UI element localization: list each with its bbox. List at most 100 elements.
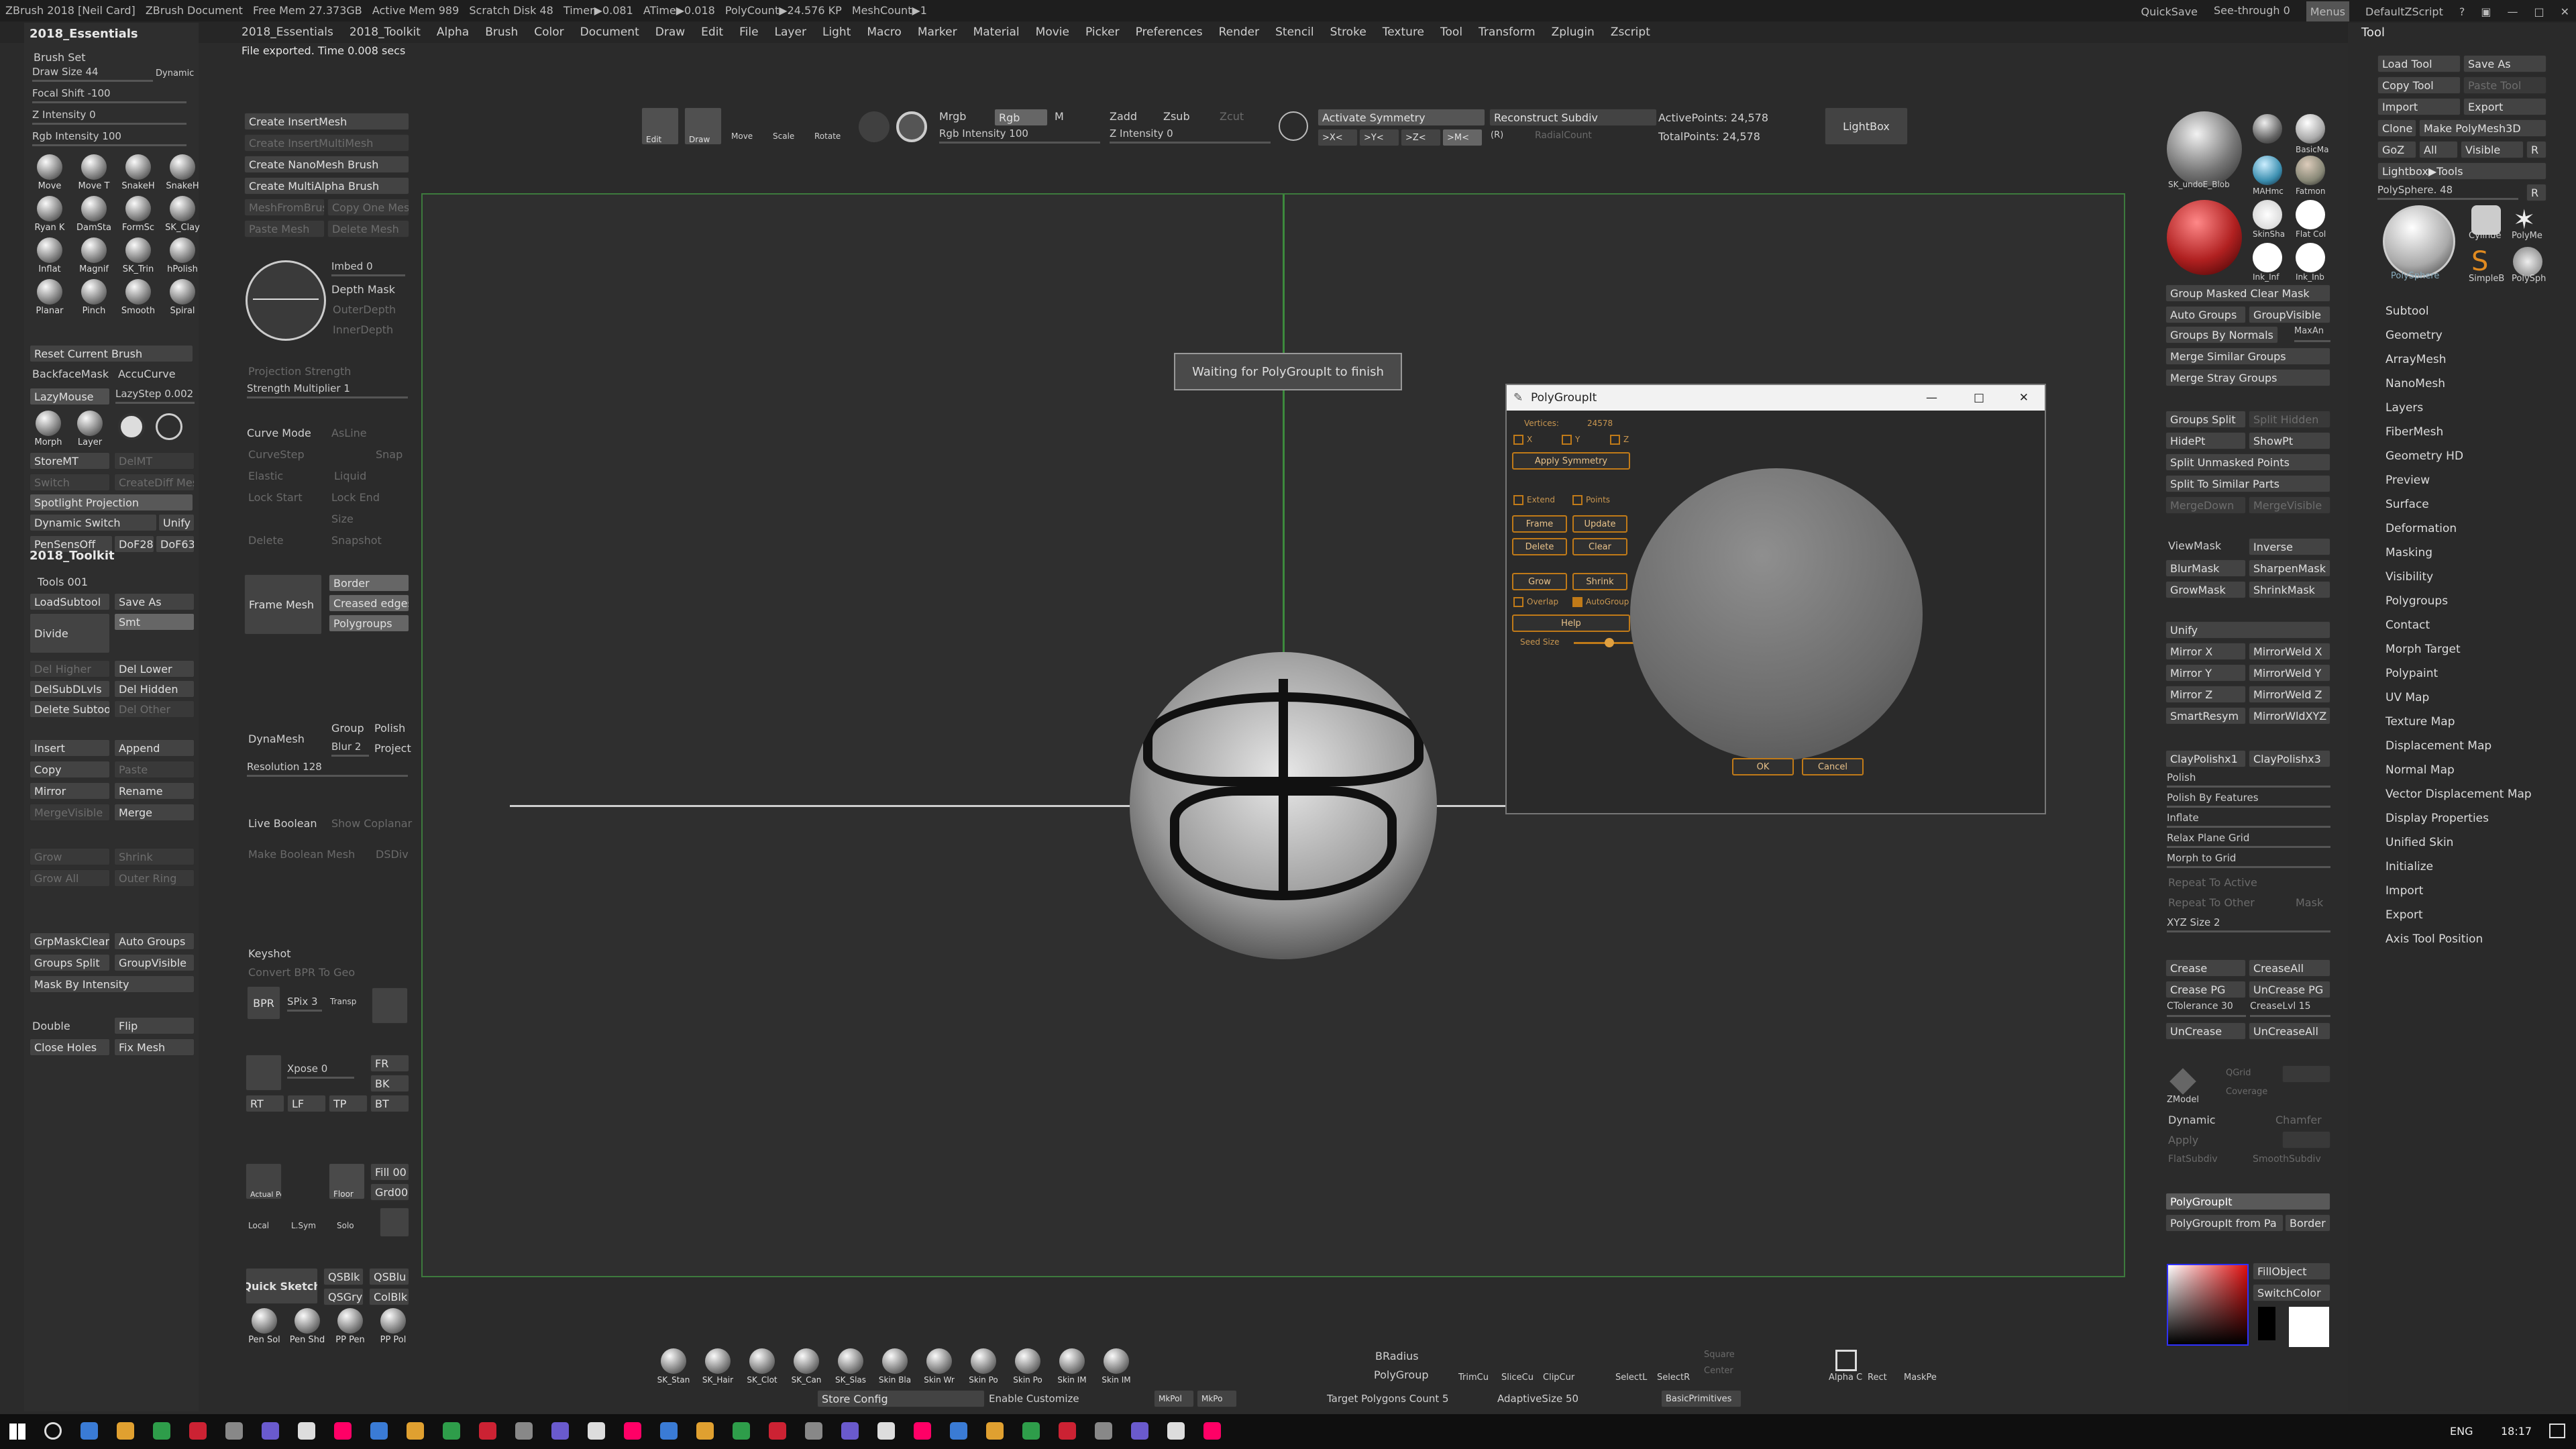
menu-document[interactable]: Document xyxy=(580,21,639,43)
polish-slider[interactable]: Polish xyxy=(2167,771,2330,788)
polygroupit-border-button[interactable]: Border xyxy=(2285,1214,2330,1232)
lock-end-button[interactable]: Lock End xyxy=(331,491,380,504)
brush-2[interactable]: SnakeH xyxy=(118,154,158,193)
taskbar-app-icon[interactable] xyxy=(334,1422,352,1440)
view-top-button[interactable]: TP xyxy=(329,1095,368,1112)
rgb-button[interactable]: Rgb xyxy=(994,109,1048,126)
taskbar-app-icon[interactable] xyxy=(370,1422,388,1440)
rect-icon[interactable] xyxy=(1835,1350,1857,1371)
extend-checkbox[interactable] xyxy=(1513,495,1523,505)
cancel-button[interactable]: Cancel xyxy=(1802,758,1864,775)
lazystep-slider[interactable]: LazyStep 0.002 xyxy=(115,388,195,404)
tool-save-as-button[interactable]: Save As xyxy=(2463,55,2546,72)
curve-delete-button[interactable]: Delete xyxy=(248,534,284,547)
polygroupit-from-paint-button[interactable]: PolyGroupIt from Pa xyxy=(2165,1214,2284,1232)
live-boolean-button[interactable]: Live Boolean xyxy=(248,817,317,830)
activate-symmetry-button[interactable]: Activate Symmetry xyxy=(1318,109,1485,126)
dialog-minimize-icon[interactable]: — xyxy=(1926,385,1937,411)
create-diff-mesh-button[interactable]: CreateDiff Mesh xyxy=(114,474,195,491)
tool-menu-vector-displacement-map[interactable]: Vector Displacement Map xyxy=(2385,782,2532,806)
switch-color-button[interactable]: SwitchColor xyxy=(2253,1284,2330,1301)
del-hidden-button[interactable]: Del Hidden xyxy=(114,680,195,698)
tool-menu-import[interactable]: Import xyxy=(2385,879,2532,903)
clone-button[interactable]: Clone xyxy=(2377,119,2416,137)
shelf-brush-2[interactable]: SK_Clot xyxy=(742,1348,782,1387)
auto-groups-button[interactable]: Auto Groups xyxy=(2165,306,2246,323)
taskbar-app-icon[interactable] xyxy=(189,1422,207,1440)
merge-stray-groups-button[interactable]: Merge Stray Groups xyxy=(2165,369,2330,386)
del-other-button[interactable]: Del Other xyxy=(114,700,195,718)
taskbar-app-icon[interactable] xyxy=(1059,1422,1076,1440)
tool-menu-uv-map[interactable]: UV Map xyxy=(2385,686,2532,710)
menu-tool[interactable]: Tool xyxy=(1440,21,1462,43)
load-subtool-button[interactable]: LoadSubtool xyxy=(30,593,110,610)
mirror-x-button[interactable]: Mirror X xyxy=(2165,643,2246,660)
tool-menu-arraymesh[interactable]: ArrayMesh xyxy=(2385,347,2532,372)
toolbar-z-intensity-slider[interactable]: Z Intensity 0 xyxy=(1110,127,1271,144)
square-button[interactable]: Square xyxy=(1704,1350,1735,1360)
simple-brush-icon[interactable]: S xyxy=(2471,247,2501,276)
repeat-to-other-button[interactable]: Repeat To Other xyxy=(2168,896,2255,909)
z-checkbox[interactable] xyxy=(1610,435,1620,445)
scale-mode-button[interactable]: Scale xyxy=(773,131,794,141)
outer-depth-slider[interactable]: OuterDepth xyxy=(333,303,396,316)
groups-by-normals-button[interactable]: Groups By Normals xyxy=(2165,326,2278,343)
brush-4[interactable]: Ryan K xyxy=(30,196,70,235)
copy-one-mesh-button[interactable]: Copy One Mesh xyxy=(327,199,409,216)
taskbar-app-icon[interactable] xyxy=(80,1422,98,1440)
zcut-button[interactable]: Zcut xyxy=(1220,110,1244,123)
default-zscript-button[interactable]: DefaultZScript xyxy=(2365,1,2443,23)
delete-subtool-button[interactable]: Delete Subtool xyxy=(30,700,110,718)
select-lasso-button[interactable]: SelectL xyxy=(1615,1373,1647,1383)
points-checkbox[interactable] xyxy=(1572,495,1582,505)
create-nano-mesh-button[interactable]: Create NanoMesh Brush xyxy=(244,156,409,173)
minimize-icon[interactable]: — xyxy=(2507,1,2518,23)
help-icon[interactable]: ? xyxy=(2459,1,2465,23)
menu-alpha[interactable]: Alpha xyxy=(437,21,469,43)
shelf-brush-5[interactable]: Skin Bla xyxy=(875,1348,915,1387)
append-button[interactable]: Append xyxy=(114,739,195,757)
brush-12[interactable]: Planar xyxy=(30,279,70,318)
split-hidden-button[interactable]: Split Hidden xyxy=(2249,411,2330,428)
grow-all-button[interactable]: Grow All xyxy=(30,869,110,887)
goz-visible-button[interactable]: Visible xyxy=(2461,141,2524,158)
asline-button[interactable]: AsLine xyxy=(331,427,367,439)
snapshot-button[interactable]: Snapshot xyxy=(331,534,382,547)
taskbar-app-icon[interactable] xyxy=(914,1422,931,1440)
mesh-from-brush-button[interactable]: MeshFromBrush xyxy=(244,199,325,216)
taskbar-app-icon[interactable] xyxy=(1167,1422,1185,1440)
actual-persp-button[interactable]: Actual Persp xyxy=(246,1163,282,1199)
taskbar-app-icon[interactable] xyxy=(660,1422,678,1440)
groups-split-button[interactable]: Groups Split xyxy=(2165,411,2246,428)
move-mode-button[interactable]: Move xyxy=(731,131,753,141)
outer-ring-button[interactable]: Outer Ring xyxy=(114,869,195,887)
backface-mask-button[interactable]: BackfaceMask xyxy=(32,368,109,380)
taskbar-app-icon[interactable] xyxy=(805,1422,822,1440)
sym-m-button[interactable]: >M< xyxy=(1442,129,1483,146)
mkpo-button[interactable]: MkPo xyxy=(1197,1390,1237,1407)
rgb-intensity-slider[interactable]: Rgb Intensity 100 xyxy=(32,130,186,146)
basic-primitives-button[interactable]: BasicPrimitives xyxy=(1661,1390,1741,1407)
floor-button[interactable]: Floor xyxy=(329,1163,365,1199)
taskbar-app-icon[interactable] xyxy=(117,1422,134,1440)
view-left-button[interactable]: LF xyxy=(287,1095,326,1112)
coverage-slider[interactable]: Coverage xyxy=(2226,1087,2267,1097)
toolkit-groups-split-button[interactable]: Groups Split xyxy=(30,954,110,971)
view-bottom-button[interactable]: BT xyxy=(370,1095,409,1112)
ok-button[interactable]: OK xyxy=(1732,758,1794,775)
update-button[interactable]: Update xyxy=(1572,515,1627,533)
shelf-brush-8[interactable]: Skin Po xyxy=(1008,1348,1048,1387)
curve-step-slider[interactable]: CurveStep xyxy=(248,448,305,461)
taskbar-app-icon[interactable] xyxy=(624,1422,641,1440)
tool-menu-layers[interactable]: Layers xyxy=(2385,396,2532,420)
view-front-button[interactable]: FR xyxy=(370,1055,409,1072)
grp-mask-clear-button[interactable]: GrpMaskClear xyxy=(30,932,110,950)
del-subdlvls-button[interactable]: DelSubDLvls xyxy=(30,680,110,698)
render-preview-icon[interactable] xyxy=(372,987,408,1024)
taskbar-app-icon[interactable] xyxy=(986,1422,1004,1440)
taskbar-app-icon[interactable] xyxy=(950,1422,967,1440)
menu-marker[interactable]: Marker xyxy=(918,21,957,43)
uncrease-button[interactable]: UnCrease xyxy=(2165,1022,2246,1040)
copy-tool-button[interactable]: Copy Tool xyxy=(2377,76,2461,94)
fill-slider[interactable]: Fill 00 xyxy=(370,1163,409,1181)
